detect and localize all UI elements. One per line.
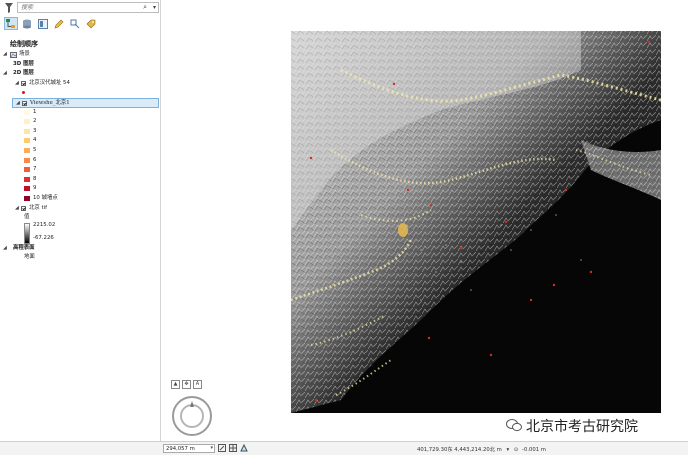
snapping-icon[interactable]: [240, 444, 248, 452]
status-bar: ▾ 401,729.30东 4,443,214.20北 m ▾ ⊙ -0.001…: [0, 441, 688, 455]
contents-pane: ⌕ ▾: [0, 0, 161, 441]
legend-swatch: [24, 157, 30, 163]
chevron-down-icon[interactable]: ▾: [210, 445, 213, 452]
legend-swatch: [24, 138, 30, 144]
points-symbol-row: [0, 88, 160, 98]
pane-title: 绘制顺序: [10, 40, 38, 48]
viewshed-class-list: 1 2 3 4 5 6 7 8 9 10 城墙点: [0, 108, 160, 204]
collapse-arrow-icon[interactable]: ◢: [3, 50, 7, 60]
selection-icon: [38, 18, 48, 29]
search-row: ⌕ ▾: [3, 2, 159, 14]
visibility-checkbox[interactable]: [21, 80, 26, 86]
snapping-icon: [70, 19, 80, 28]
legend-class-label: 5: [33, 146, 37, 153]
legend-class-item: 4: [0, 136, 160, 146]
contents-toolbar: [4, 17, 98, 31]
tree-node-3d-layers[interactable]: 3D 图层: [0, 60, 160, 70]
navigator-controls: ▲ ✥ A: [171, 380, 202, 389]
legend-class-label: 9: [33, 185, 37, 192]
watermark: 北京市考古研究院: [506, 414, 686, 438]
legend-class-item: 10 城墙点: [0, 194, 160, 204]
legend-class-label: 10 城墙点: [33, 194, 58, 201]
elevation-color-ramp: [24, 222, 30, 244]
tilt-icon: ⊙: [513, 447, 519, 453]
legend-class-label: 8: [33, 175, 37, 182]
chevron-down-icon[interactable]: ▾: [507, 447, 510, 453]
wechat-logo-icon: [506, 419, 522, 432]
point-symbol-icon: [22, 91, 25, 95]
tree-node-2d-layers[interactable]: ◢ 2D 图层: [0, 69, 160, 79]
layer-dem[interactable]: ◢ 北京 tif: [0, 204, 160, 214]
pencil-icon: [54, 19, 64, 28]
tree-node-elevation[interactable]: ◢ 高程表面: [0, 244, 160, 254]
legend-class-item: 2: [0, 117, 160, 127]
dem-raster: [291, 31, 661, 413]
list-by-editing-button[interactable]: [52, 17, 66, 30]
search-input[interactable]: [18, 3, 131, 12]
collapse-arrow-icon[interactable]: ◢: [15, 204, 19, 214]
legend-swatch: [24, 186, 30, 192]
heading-icon[interactable]: A: [193, 380, 202, 389]
visibility-checkbox[interactable]: [21, 205, 26, 211]
tree-node-scene[interactable]: ◢ 场景: [0, 50, 160, 60]
legend-class-item: 8: [0, 175, 160, 185]
watermark-text: 北京市考古研究院: [526, 419, 638, 435]
map-navigator: ▲ ✥ A: [171, 380, 221, 440]
list-by-labeling-button[interactable]: [84, 17, 98, 30]
legend-swatch: [24, 128, 30, 134]
layer-tree: ◢ 场景 3D 图层 ◢ 2D 图层 ◢ 北京汉代城址 54 ◢ Viewshe…: [0, 50, 160, 263]
legend-class-label: 3: [33, 127, 37, 134]
scene-icon: [10, 52, 17, 58]
legend-class-item: 5: [0, 146, 160, 156]
coordinate-readout: 401,729.30东 4,443,214.20北 m ▾ ⊙ -0.001 m: [417, 447, 546, 453]
legend-class-label: 4: [33, 137, 37, 144]
grid-icon[interactable]: [229, 444, 237, 452]
list-by-selection-button[interactable]: [36, 17, 50, 30]
legend-swatch: [24, 176, 30, 182]
filter-icon[interactable]: [5, 3, 13, 13]
scale-input[interactable]: [164, 445, 204, 452]
legend-swatch: [24, 119, 30, 125]
legend-class-item: 1: [0, 108, 160, 118]
legend-swatch: [24, 109, 30, 115]
collapse-arrow-icon[interactable]: ◢: [3, 69, 7, 79]
legend-swatch: [24, 195, 30, 201]
legend-class-label: 2: [33, 118, 37, 125]
zoom-in-icon[interactable]: ▲: [171, 380, 180, 389]
dem-value-heading: 值: [24, 214, 30, 221]
legend-class-item: 7: [0, 165, 160, 175]
legend-class-item: 6: [0, 156, 160, 166]
layer-points[interactable]: ◢ 北京汉代城址 54: [0, 79, 160, 89]
search-icon[interactable]: ⌕: [143, 3, 147, 12]
legend-class-label: 7: [33, 166, 37, 173]
drawing-order-icon: [6, 18, 15, 28]
legend-swatch: [24, 147, 30, 153]
collapse-arrow-icon[interactable]: ◢: [15, 79, 19, 89]
legend-class-item: 9: [0, 184, 160, 194]
label-tag-icon: [86, 19, 96, 28]
map-canvas[interactable]: [161, 0, 688, 441]
collapse-arrow-icon[interactable]: ◢: [3, 244, 7, 254]
layer-viewshed[interactable]: ◢ Viewshe_北京1: [12, 97, 159, 108]
map-view[interactable]: [161, 0, 688, 441]
list-by-snapping-button[interactable]: [68, 17, 82, 30]
chevron-down-icon[interactable]: ▾: [153, 3, 156, 12]
pan-icon[interactable]: ✥: [182, 380, 191, 389]
legend-swatch: [24, 167, 30, 173]
dem-ramp-row: 2215.02 -67.226: [0, 222, 160, 244]
legend-class-item: 3: [0, 127, 160, 137]
compass-ring-icon[interactable]: [171, 395, 213, 437]
rotation-icon[interactable]: [218, 444, 226, 452]
legend-class-label: 6: [33, 156, 37, 163]
database-icon: [23, 19, 31, 28]
legend-class-label: 1: [33, 108, 37, 115]
list-by-drawing-order-button[interactable]: [4, 17, 18, 30]
search-box[interactable]: ⌕ ▾: [17, 2, 159, 13]
tree-node-ground[interactable]: 地面: [0, 253, 160, 263]
scale-selector[interactable]: ▾: [163, 444, 215, 453]
list-by-data-source-button[interactable]: [20, 17, 34, 30]
visibility-checkbox[interactable]: [22, 100, 27, 106]
